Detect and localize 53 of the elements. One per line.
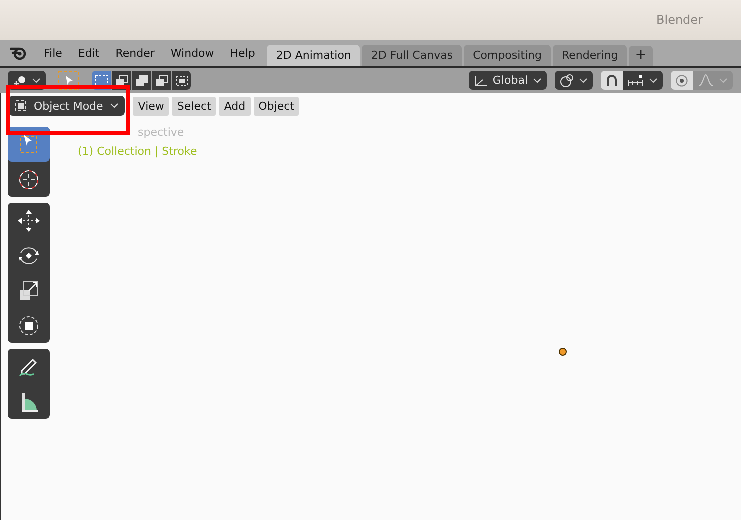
collection-label: (1) Collection | Stroke [78, 145, 198, 158]
blender-logo-icon[interactable] [10, 46, 28, 60]
transform-tool-icon [17, 314, 41, 338]
selection-mode-icon [94, 74, 108, 86]
viewport-menu[interactable]: Select [172, 96, 216, 116]
target-circle-icon [676, 74, 688, 86]
viewport-menu[interactable]: View [133, 96, 170, 116]
pivot-dropdown[interactable] [555, 71, 593, 90]
magnet-icon [606, 74, 618, 86]
window-title: Blender [656, 13, 703, 27]
chevron-icon [579, 78, 588, 84]
add-workspace-button[interactable]: + [629, 46, 653, 66]
object-icon [13, 74, 27, 86]
chevron-icon [533, 78, 542, 84]
workspace-tab[interactable]: Rendering [553, 45, 628, 66]
snap-element-dropdown[interactable] [623, 71, 663, 90]
proportional-edit-toggle[interactable] [671, 71, 693, 90]
menu-item[interactable]: Window [162, 46, 222, 60]
selection-mode-icon [174, 74, 188, 86]
workspace-tab[interactable]: Compositing [464, 45, 552, 66]
selection-mode-button[interactable] [172, 71, 191, 90]
pivot-icon [560, 74, 574, 88]
orientation-dropdown[interactable]: Global [468, 71, 547, 90]
selection-mode-button[interactable] [152, 71, 171, 90]
selection-mode-icon [154, 74, 168, 86]
increment-icon [628, 74, 644, 87]
chevron-icon [719, 78, 728, 84]
3d-viewport[interactable]: Object Mode View Select Add Object spective (1) Collection | Stroke [0, 93, 741, 520]
selection-mode-icon [134, 74, 148, 86]
snap-toggle[interactable] [601, 71, 623, 90]
menu-item[interactable]: Render [108, 46, 163, 60]
object-mode-icon [15, 100, 27, 112]
menu-item[interactable]: File [36, 46, 70, 60]
select-cursor-icon[interactable] [58, 70, 80, 90]
viewport-menu[interactable]: Add [219, 96, 251, 116]
workspace-tab[interactable]: 2D Animation [267, 45, 360, 66]
viewport-menu[interactable]: Object [254, 96, 300, 116]
selection-mode-icon [114, 74, 128, 86]
chevron-icon [32, 78, 41, 84]
selection-mode-button[interactable] [132, 71, 151, 90]
chevron-icon [110, 103, 120, 109]
move-tool-icon [17, 208, 41, 232]
menu-item[interactable]: Help [222, 46, 264, 60]
object-origin-dot [559, 348, 567, 356]
view-name-label: spective [138, 126, 184, 139]
scale-tool-icon [17, 278, 41, 302]
workspace-tab[interactable]: 2D Full Canvas [362, 45, 462, 66]
object-mode-dropdown[interactable]: Object Mode [9, 96, 126, 116]
falloff-curve-icon [698, 74, 714, 87]
chevron-icon [649, 78, 658, 84]
cursor-tool-icon [17, 168, 41, 192]
menu-item[interactable]: Edit [70, 46, 108, 60]
axes-icon [474, 74, 488, 86]
